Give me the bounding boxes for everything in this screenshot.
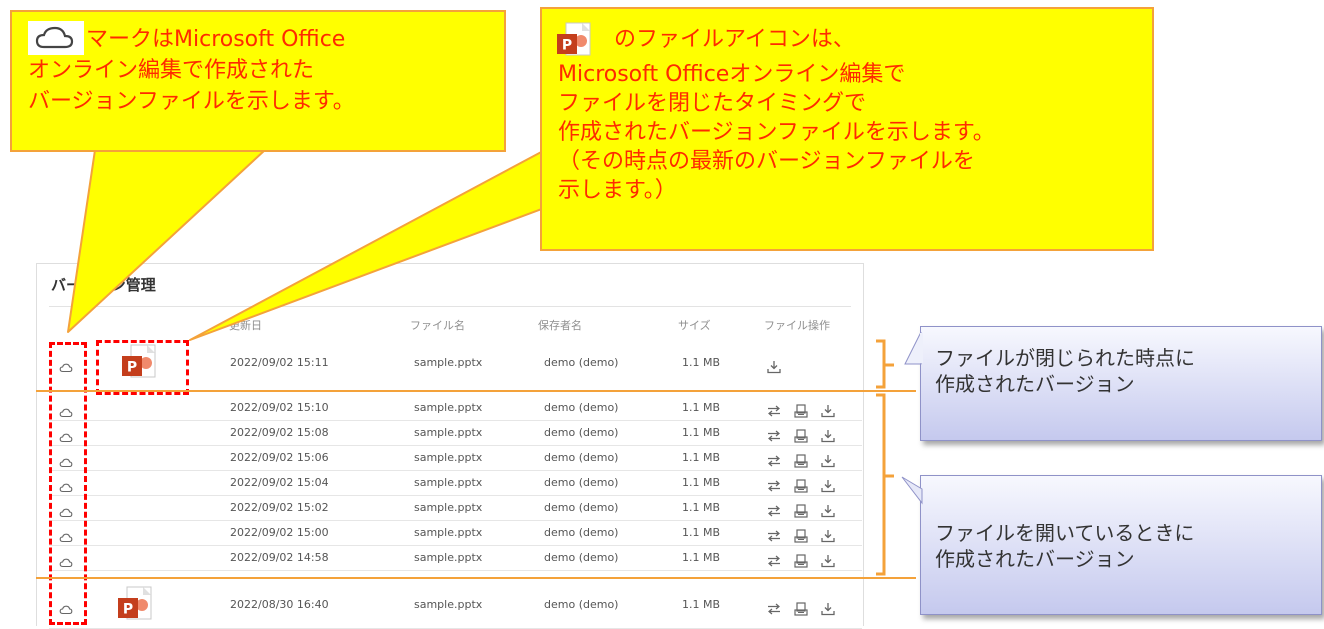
open-callout-pointer (901, 476, 923, 505)
cloud-mark-swatch (28, 21, 84, 55)
cloud-icon (35, 26, 74, 49)
open-version-callout: ファイルを開いているときに 作成されたバージョン (920, 475, 1322, 615)
closed-note-line: ファイルが閉じられた時点に (935, 346, 1195, 370)
open-note-line: 作成されたバージョン (935, 547, 1135, 571)
ppt-note-line: 示します。） (558, 178, 677, 203)
ppt-note-line: （その時点の最新のバージョンファイルを (558, 149, 975, 174)
open-note-line: ファイルを開いているときに (935, 521, 1195, 545)
cloud-mark-callout: マークはMicrosoft Office オンライン編集で作成された バージョン… (10, 10, 506, 152)
ppt-note-line: 作成されたバージョンファイルを示します。 (558, 120, 995, 145)
cloud-note-line: オンライン編集で作成された (28, 58, 315, 83)
ppt-note-line: ファイルを閉じたタイミングで (558, 91, 867, 116)
cloud-note-line: マークはMicrosoft Office (86, 27, 346, 52)
svg-text:P: P (562, 38, 572, 54)
ppt-icon-callout: P のファイルアイコンは、 Microsoft Officeオンライン編集で フ… (540, 7, 1154, 251)
cloud-note-line: バージョンファイルを示します。 (28, 89, 355, 114)
powerpoint-file-icon: P (557, 22, 591, 56)
closed-callout-pointer (904, 331, 923, 365)
ppt-note-line: Microsoft Officeオンライン編集で (558, 62, 906, 87)
ppt-note-line: のファイルアイコンは、 (614, 27, 855, 52)
closed-note-line: 作成されたバージョン (935, 372, 1135, 396)
closed-version-callout: ファイルが閉じられた時点に 作成されたバージョン (920, 326, 1322, 441)
